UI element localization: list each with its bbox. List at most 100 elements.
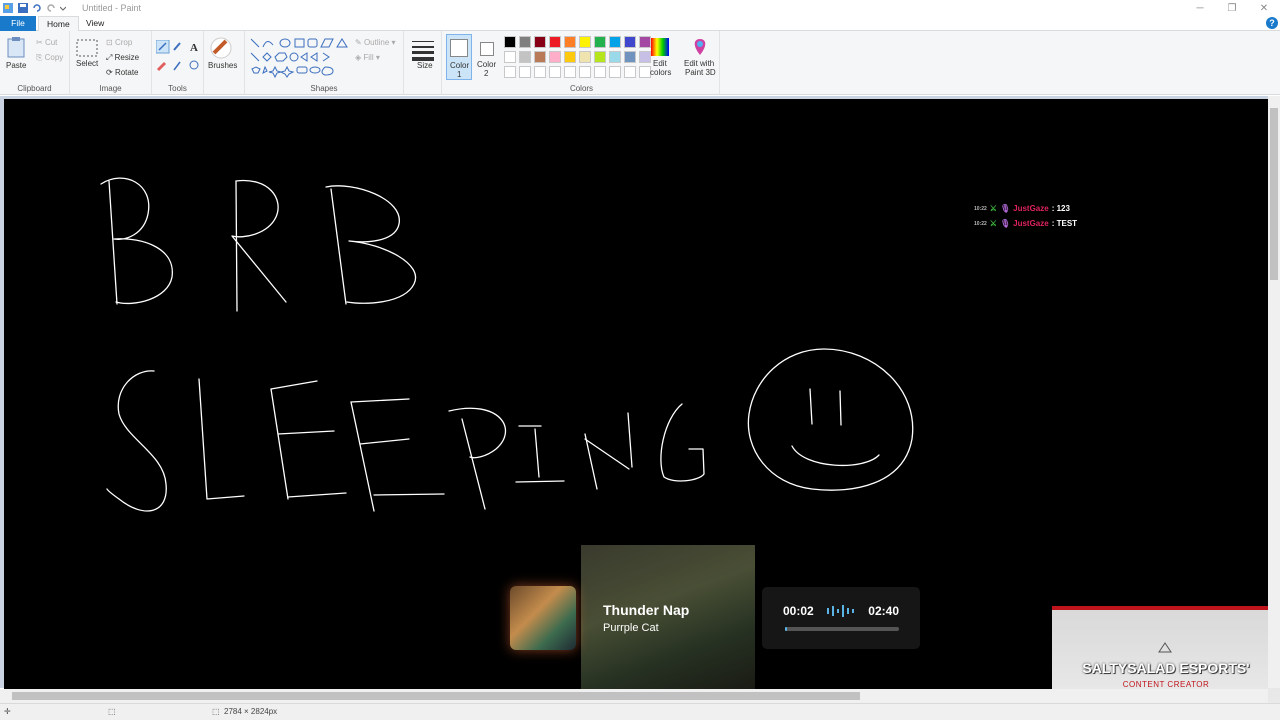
- color2-label: Color: [477, 60, 497, 69]
- fill-dropdown[interactable]: ◈ Fill ▾: [355, 53, 380, 62]
- ribbon-tabs: File Home View: [0, 16, 1280, 31]
- paint-app-icon: [3, 3, 13, 13]
- shapes-group: ✎ Outline ▾ ◈ Fill ▾ Shapes: [244, 31, 404, 95]
- custom-color-slot[interactable]: [519, 66, 531, 78]
- track-title: Thunder Nap: [603, 602, 690, 618]
- album-art: [510, 586, 576, 650]
- color2-button[interactable]: Color 2: [474, 34, 500, 80]
- tools-icons: A: [156, 40, 199, 72]
- color-swatch[interactable]: [564, 36, 576, 48]
- canvas-size-icon: ⬚: [212, 707, 220, 716]
- select-button[interactable]: Select: [76, 39, 98, 68]
- color-swatch[interactable]: [549, 36, 561, 48]
- custom-color-slot[interactable]: [609, 66, 621, 78]
- elapsed-time: 00:02: [783, 604, 814, 618]
- restore-button[interactable]: ❐: [1216, 0, 1248, 16]
- redo-icon[interactable]: [46, 3, 56, 13]
- paste-button[interactable]: Paste: [6, 37, 30, 70]
- color-swatch[interactable]: [564, 51, 576, 63]
- chat-username: JustGaze: [1013, 219, 1049, 228]
- color-swatch[interactable]: [534, 36, 546, 48]
- custom-color-slot[interactable]: [594, 66, 606, 78]
- team-logo-icon: [1158, 642, 1172, 653]
- chat-message: 10:22 ⚔ 🎙 JustGaze : TEST: [974, 216, 1077, 231]
- undo-icon[interactable]: [32, 3, 42, 13]
- color-swatch[interactable]: [519, 36, 531, 48]
- color2-swatch: [480, 42, 494, 56]
- color-swatch[interactable]: [594, 36, 606, 48]
- tab-file[interactable]: File: [0, 16, 36, 31]
- moderator-badge-icon: ⚔: [989, 219, 997, 228]
- size-label: Size: [417, 61, 433, 70]
- color-swatch[interactable]: [534, 51, 546, 63]
- color1-swatch: [450, 39, 468, 57]
- cut-label: Cut: [44, 38, 58, 47]
- color-swatch[interactable]: [579, 51, 591, 63]
- outline-label: Outline: [363, 38, 390, 47]
- help-icon[interactable]: ?: [1266, 17, 1278, 29]
- color-swatch[interactable]: [549, 51, 561, 63]
- resize-button[interactable]: ⤢ Resize: [106, 53, 139, 63]
- paste-label: Paste: [6, 61, 27, 70]
- horizontal-scrollbar[interactable]: [0, 689, 1268, 703]
- minimize-button[interactable]: ─: [1184, 0, 1216, 16]
- crop-button[interactable]: ⊡ Crop: [106, 38, 132, 47]
- color-swatch[interactable]: [624, 36, 636, 48]
- color-spectrum-icon: [651, 38, 669, 56]
- color1-button[interactable]: Color 1: [446, 34, 472, 80]
- selection-size-icon: ⬚: [108, 707, 116, 716]
- chat-timestamp: 10:22: [974, 220, 987, 227]
- overlay-subtitle: CONTENT CREATOR: [1122, 680, 1210, 689]
- custom-color-slot[interactable]: [579, 66, 591, 78]
- image-group: Select ⊡ Crop ⤢ Resize ⟳ Rotate Image: [70, 31, 152, 95]
- save-icon[interactable]: [18, 3, 28, 13]
- edit-colors-button[interactable]: Edit colors: [650, 37, 674, 77]
- rotate-label: Rotate: [114, 68, 139, 77]
- color-swatch[interactable]: [609, 36, 621, 48]
- brushes-label: Brushes: [208, 61, 238, 70]
- color-swatch[interactable]: [594, 51, 606, 63]
- shapes-gallery[interactable]: [249, 37, 349, 79]
- overlay-team-name: SALTYSALAD ESPORTS': [1082, 660, 1250, 676]
- color-swatch[interactable]: [624, 51, 636, 63]
- size-group[interactable]: Size: [408, 31, 442, 95]
- color-swatch[interactable]: [504, 51, 516, 63]
- custom-color-slot[interactable]: [624, 66, 636, 78]
- chat-text: : TEST: [1051, 219, 1078, 228]
- cut-button[interactable]: ✂ Cut: [36, 38, 57, 47]
- select-label: Select: [76, 59, 99, 68]
- customize-quick-access-icon[interactable]: [60, 3, 66, 13]
- canvas-dimensions: 2784 × 2824px: [224, 707, 278, 716]
- quick-access-toolbar: [2, 2, 66, 14]
- tab-view[interactable]: View: [78, 16, 112, 31]
- paste-icon: [7, 37, 25, 58]
- rotate-button[interactable]: ⟳ Rotate: [106, 68, 139, 77]
- vertical-scroll-thumb[interactable]: [1270, 108, 1278, 280]
- horizontal-scroll-thumb[interactable]: [12, 692, 860, 700]
- chat-message: 10:22 ⚔ 🎙 JustGaze : 123: [974, 201, 1077, 216]
- brush-icon: [210, 37, 232, 59]
- copy-button[interactable]: ⎘ Copy: [36, 53, 63, 63]
- close-button[interactable]: ✕: [1248, 0, 1280, 16]
- track-duration: 02:40: [868, 604, 899, 618]
- color-swatch[interactable]: [609, 51, 621, 63]
- color-swatch[interactable]: [519, 51, 531, 63]
- tools-group-label: Tools: [168, 84, 187, 93]
- custom-color-slot[interactable]: [564, 66, 576, 78]
- brushes-button[interactable]: Brushes: [208, 37, 240, 70]
- color-swatch[interactable]: [504, 36, 516, 48]
- chat-text: : 123: [1051, 204, 1070, 213]
- edit-with-paint3d-button[interactable]: Edit with Paint 3D: [682, 37, 718, 77]
- outline-dropdown[interactable]: ✎ Outline ▾: [355, 38, 396, 47]
- custom-color-slot[interactable]: [549, 66, 561, 78]
- custom-color-slot[interactable]: [504, 66, 516, 78]
- tab-home[interactable]: Home: [38, 16, 79, 31]
- moderator-badge-icon: ⚔: [989, 204, 997, 213]
- title-bar: Untitled - Paint ─ ❐ ✕: [0, 0, 1280, 16]
- svg-text:A: A: [190, 42, 198, 54]
- color-palette: [504, 36, 654, 82]
- custom-color-slot[interactable]: [534, 66, 546, 78]
- color-swatch[interactable]: [579, 36, 591, 48]
- status-bar: ✛ ⬚ ⬚ 2784 × 2824px: [0, 703, 1280, 720]
- vertical-scrollbar[interactable]: [1268, 96, 1280, 688]
